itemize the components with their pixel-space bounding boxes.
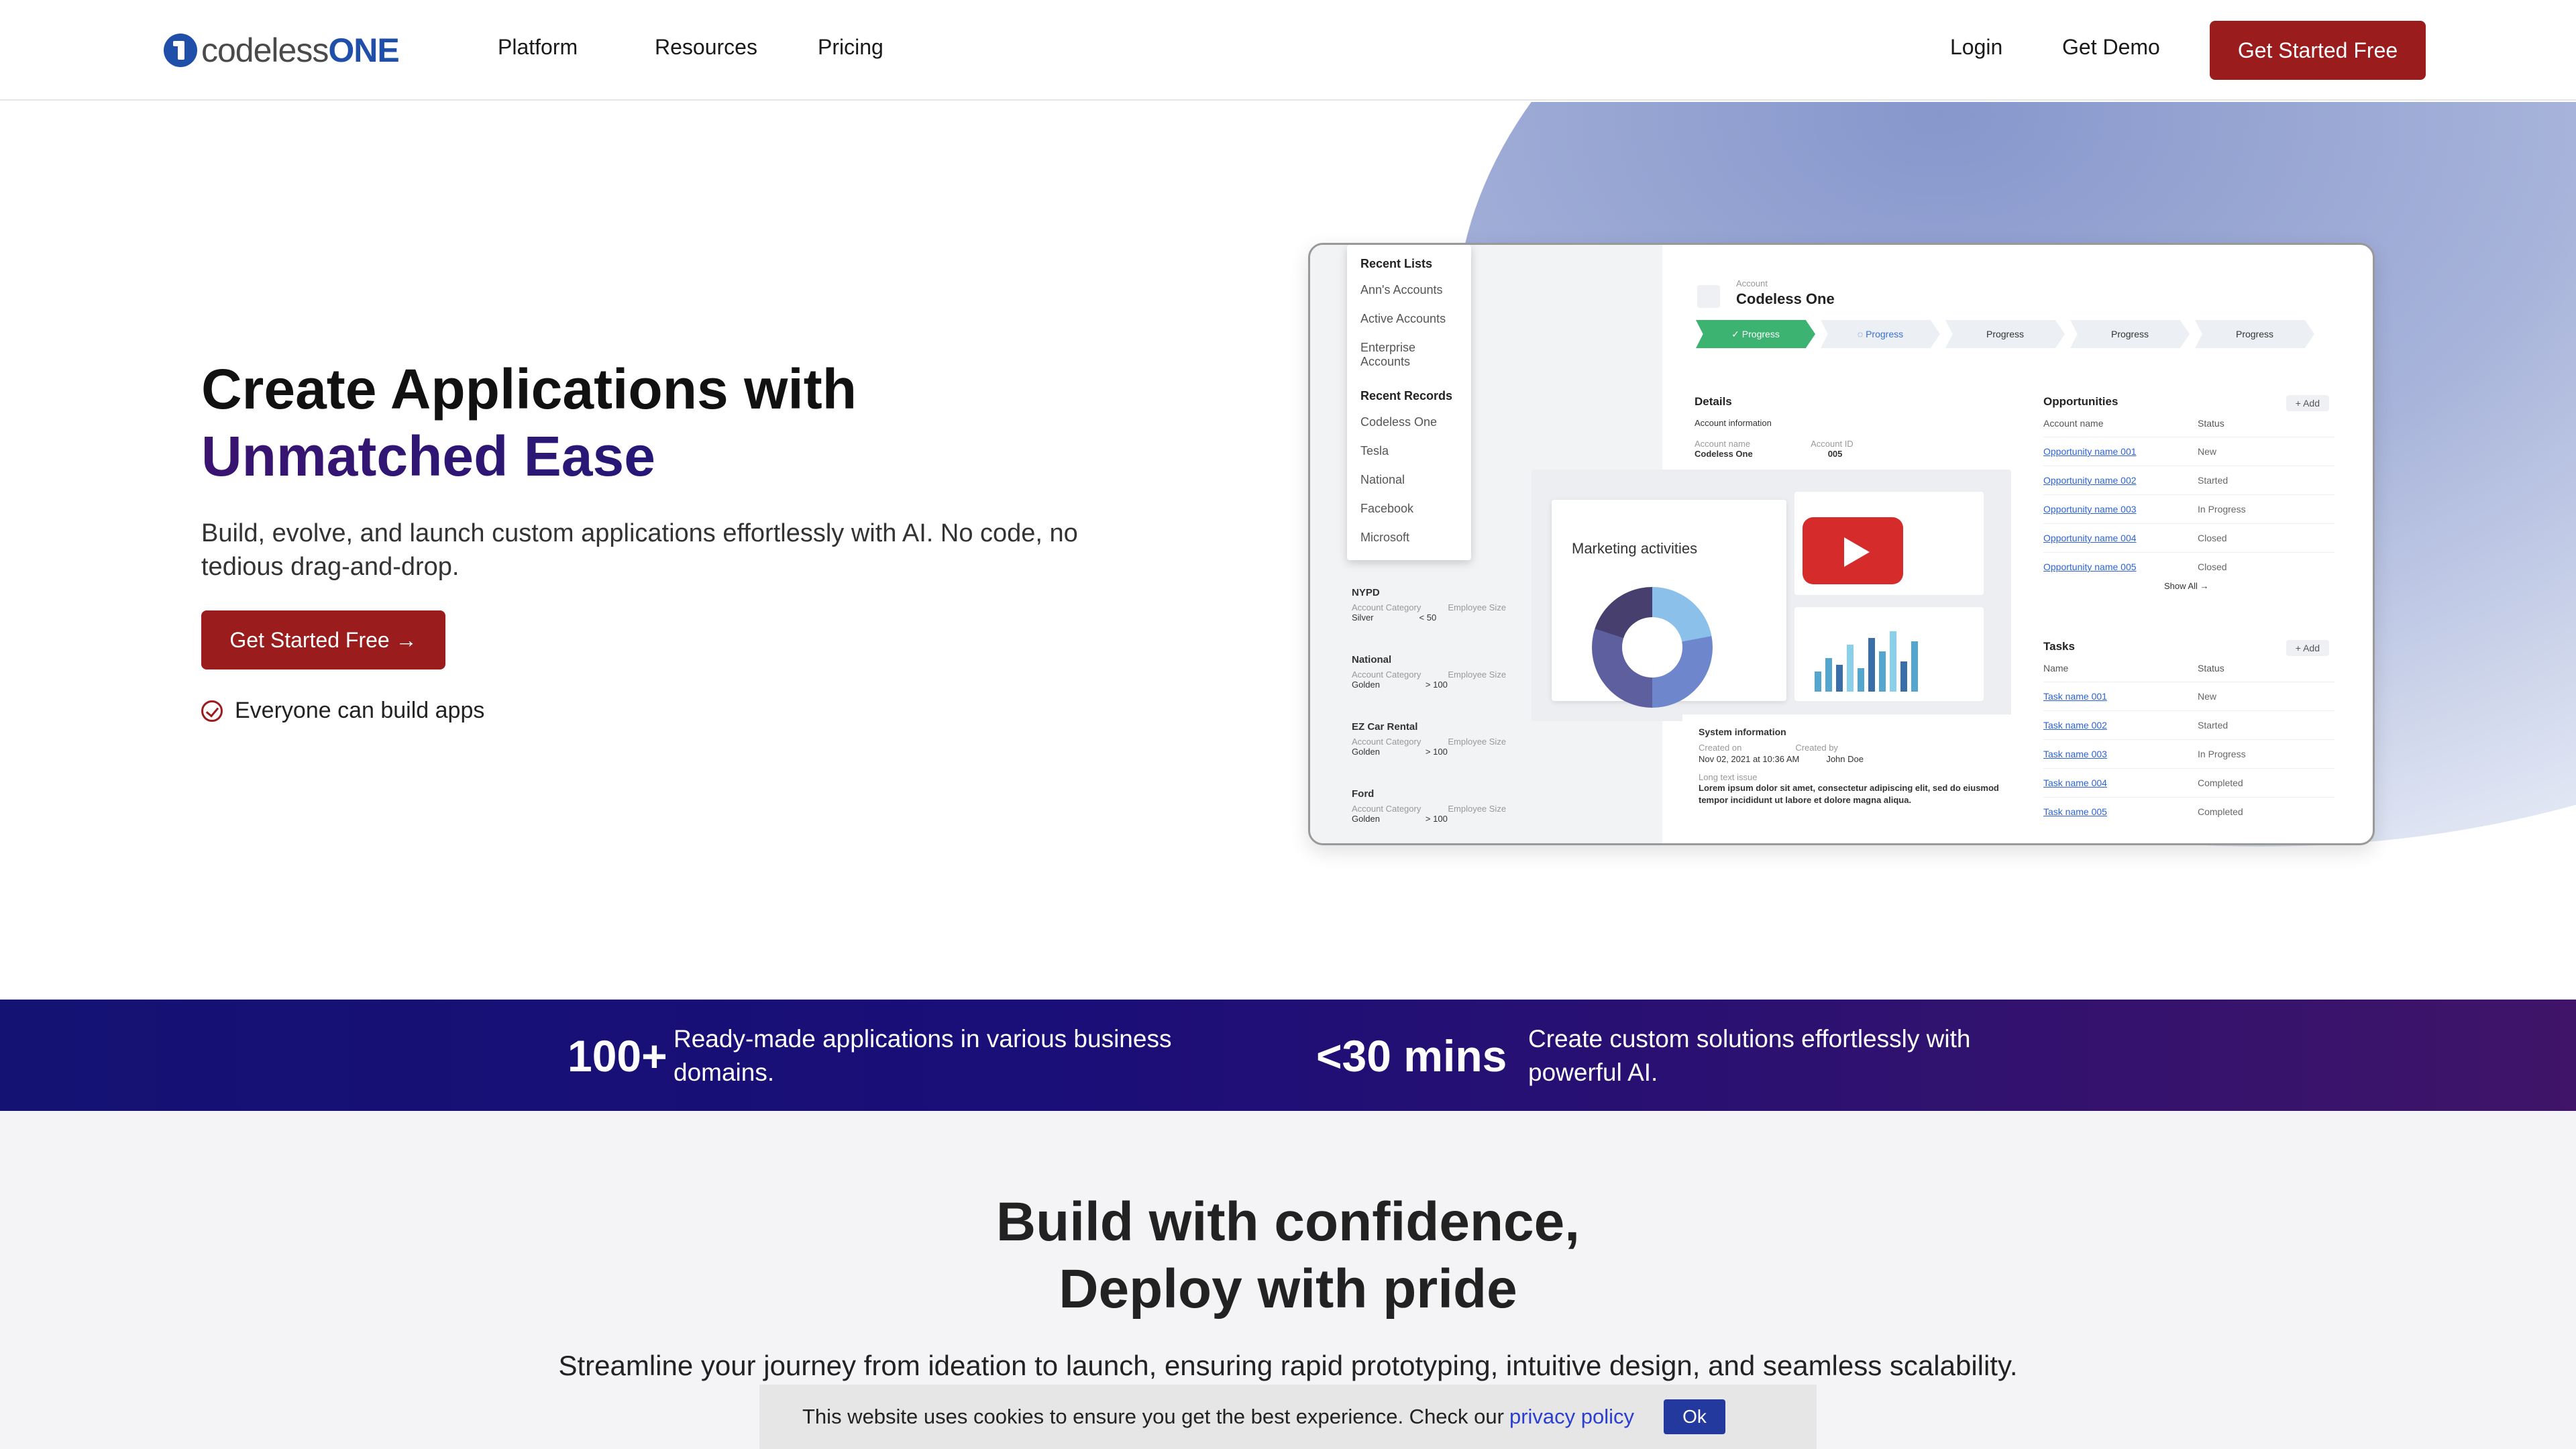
nav-resources[interactable]: Resources — [655, 35, 757, 60]
mock-donut-card: Marketing activities — [1552, 500, 1786, 708]
nav-login[interactable]: Login — [1950, 35, 2002, 60]
logo-mark-icon — [164, 34, 197, 67]
cookie-ok-button[interactable]: Ok — [1664, 1399, 1725, 1434]
stat-number: <30 mins — [1316, 1031, 1507, 1081]
mock-system-info: System information Created on Created by … — [1682, 714, 2018, 843]
bar-chart-icon — [1794, 607, 1984, 701]
logo[interactable]: codelessONE — [164, 30, 400, 71]
nav-get-demo[interactable]: Get Demo — [2062, 35, 2160, 60]
play-button-icon — [1803, 517, 1903, 584]
logo-text-accent: ONE — [328, 32, 399, 69]
stat-text: Create custom solutions effortlessly wit… — [1528, 1025, 1971, 1086]
check-circle-icon — [201, 700, 223, 722]
nav-platform[interactable]: Platform — [498, 35, 578, 60]
mock-record: EZ Car Rental Account Category Employee S… — [1352, 721, 1507, 757]
hero-subtitle: Build, evolve, and launch custom applica… — [201, 519, 1078, 581]
privacy-policy-link[interactable]: privacy policy — [1509, 1405, 1634, 1429]
table-row: Opportunity name 003 In Progress — [2043, 494, 2334, 523]
logo-text: codeless — [201, 32, 329, 69]
table-row: Task name 005 Completed — [2043, 797, 2334, 826]
mock-video-card — [1794, 492, 1984, 595]
table-row: Task name 004 Completed — [2043, 768, 2334, 797]
hero-feature-text: Everyone can build apps — [235, 698, 485, 723]
mock-progress-steps: ✓ Progress ◌ Progress Progress Progress … — [1696, 320, 2314, 348]
stats-band: 100+ Ready-made applications in various … — [0, 1000, 2576, 1111]
stat-number: 100+ — [568, 1031, 667, 1081]
account-icon — [1697, 285, 1720, 308]
mock-tasks-panel: Tasks + Add Name Status Task name 001 New … — [2031, 631, 2347, 843]
table-row: Opportunity name 004 Closed — [2043, 523, 2334, 552]
hero-feature: Everyone can build apps — [201, 698, 484, 724]
table-row: Opportunity name 001 New — [2043, 437, 2334, 466]
stat-text: Ready-made applications in various busin… — [674, 1025, 1172, 1086]
mock-account-header: Account Codeless One ✓ Progress ◌ Progre… — [1682, 265, 2326, 348]
top-nav: codelessONE Platform Resources Pricing L… — [0, 0, 2576, 101]
hero-title-line2: Unmatched Ease — [201, 423, 857, 490]
table-row: Task name 003 In Progress — [2043, 739, 2334, 768]
section-subtitle: Streamline your journey from ideation to… — [558, 1350, 2018, 1381]
donut-chart-icon — [1592, 587, 1713, 708]
nav-pricing[interactable]: Pricing — [818, 35, 883, 60]
cookie-text: This website uses cookies to ensure you … — [802, 1405, 1504, 1428]
table-row: Task name 002 Started — [2043, 710, 2334, 739]
section-title: Build with confidence, Deploy with pride — [996, 1191, 1580, 1320]
product-screenshot: NYPD Account Category Employee Size Silve… — [1308, 243, 2375, 845]
table-row: Task name 001 New — [2043, 682, 2334, 710]
hero-title-line1: Create Applications with — [201, 358, 857, 421]
hero-title: Create Applications with Unmatched Ease — [201, 356, 857, 490]
mock-opportunities-panel: Opportunities + Add Account name Status O… — [2031, 386, 2347, 617]
mock-record: Ford Account Category Employee Size Golde… — [1352, 788, 1507, 824]
hero-get-started-button[interactable]: Get Started Free → — [201, 610, 445, 669]
cookie-banner: This website uses cookies to ensure you … — [759, 1385, 1817, 1449]
mock-recent-dropdown: Recent Lists Ann's Accounts Active Accou… — [1347, 245, 1471, 560]
table-row: Opportunity name 005 Closed — [2043, 552, 2334, 581]
table-row: Opportunity name 002 Started — [2043, 466, 2334, 494]
nav-get-started-button[interactable]: Get Started Free — [2210, 21, 2426, 80]
